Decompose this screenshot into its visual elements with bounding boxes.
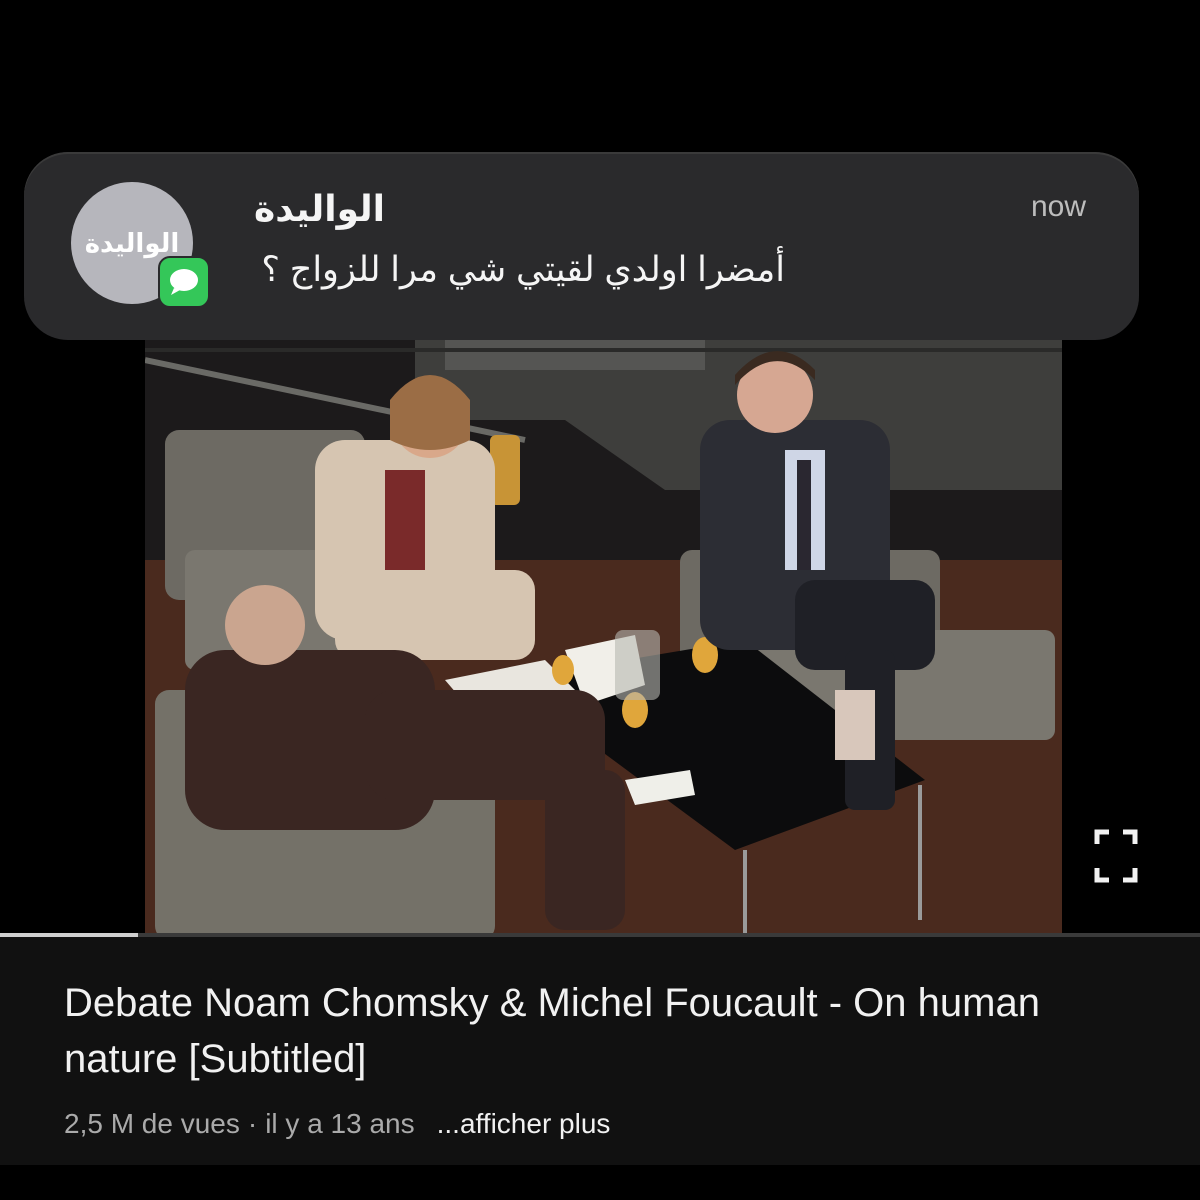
speech-bubble-icon [170, 269, 198, 295]
video-player[interactable] [145, 330, 1062, 935]
video-screen: Debate Noam Chomsky & Michel Foucault - … [0, 0, 1200, 1200]
video-title[interactable]: Debate Noam Chomsky & Michel Foucault - … [64, 975, 1124, 1087]
notification-message: أمضرا اولدي لقيتي شي مرا للزواج ؟ [261, 250, 785, 289]
upload-age: il y a 13 ans [265, 1108, 415, 1139]
notification-time: now [1030, 190, 1086, 223]
show-more-link[interactable]: ...afficher plus [437, 1108, 611, 1139]
view-count: 2,5 M de vues [64, 1108, 240, 1139]
fullscreen-icon[interactable] [1093, 828, 1139, 884]
meta-separator: · [247, 1108, 258, 1139]
notification-sender: الواليدة [253, 188, 385, 229]
stair-railing [445, 340, 705, 370]
video-metadata: 2,5 M de vues · il y a 13 ans ...afficher p… [64, 1108, 610, 1140]
video-frame-scene [145, 330, 1062, 935]
messages-icon [158, 256, 210, 308]
